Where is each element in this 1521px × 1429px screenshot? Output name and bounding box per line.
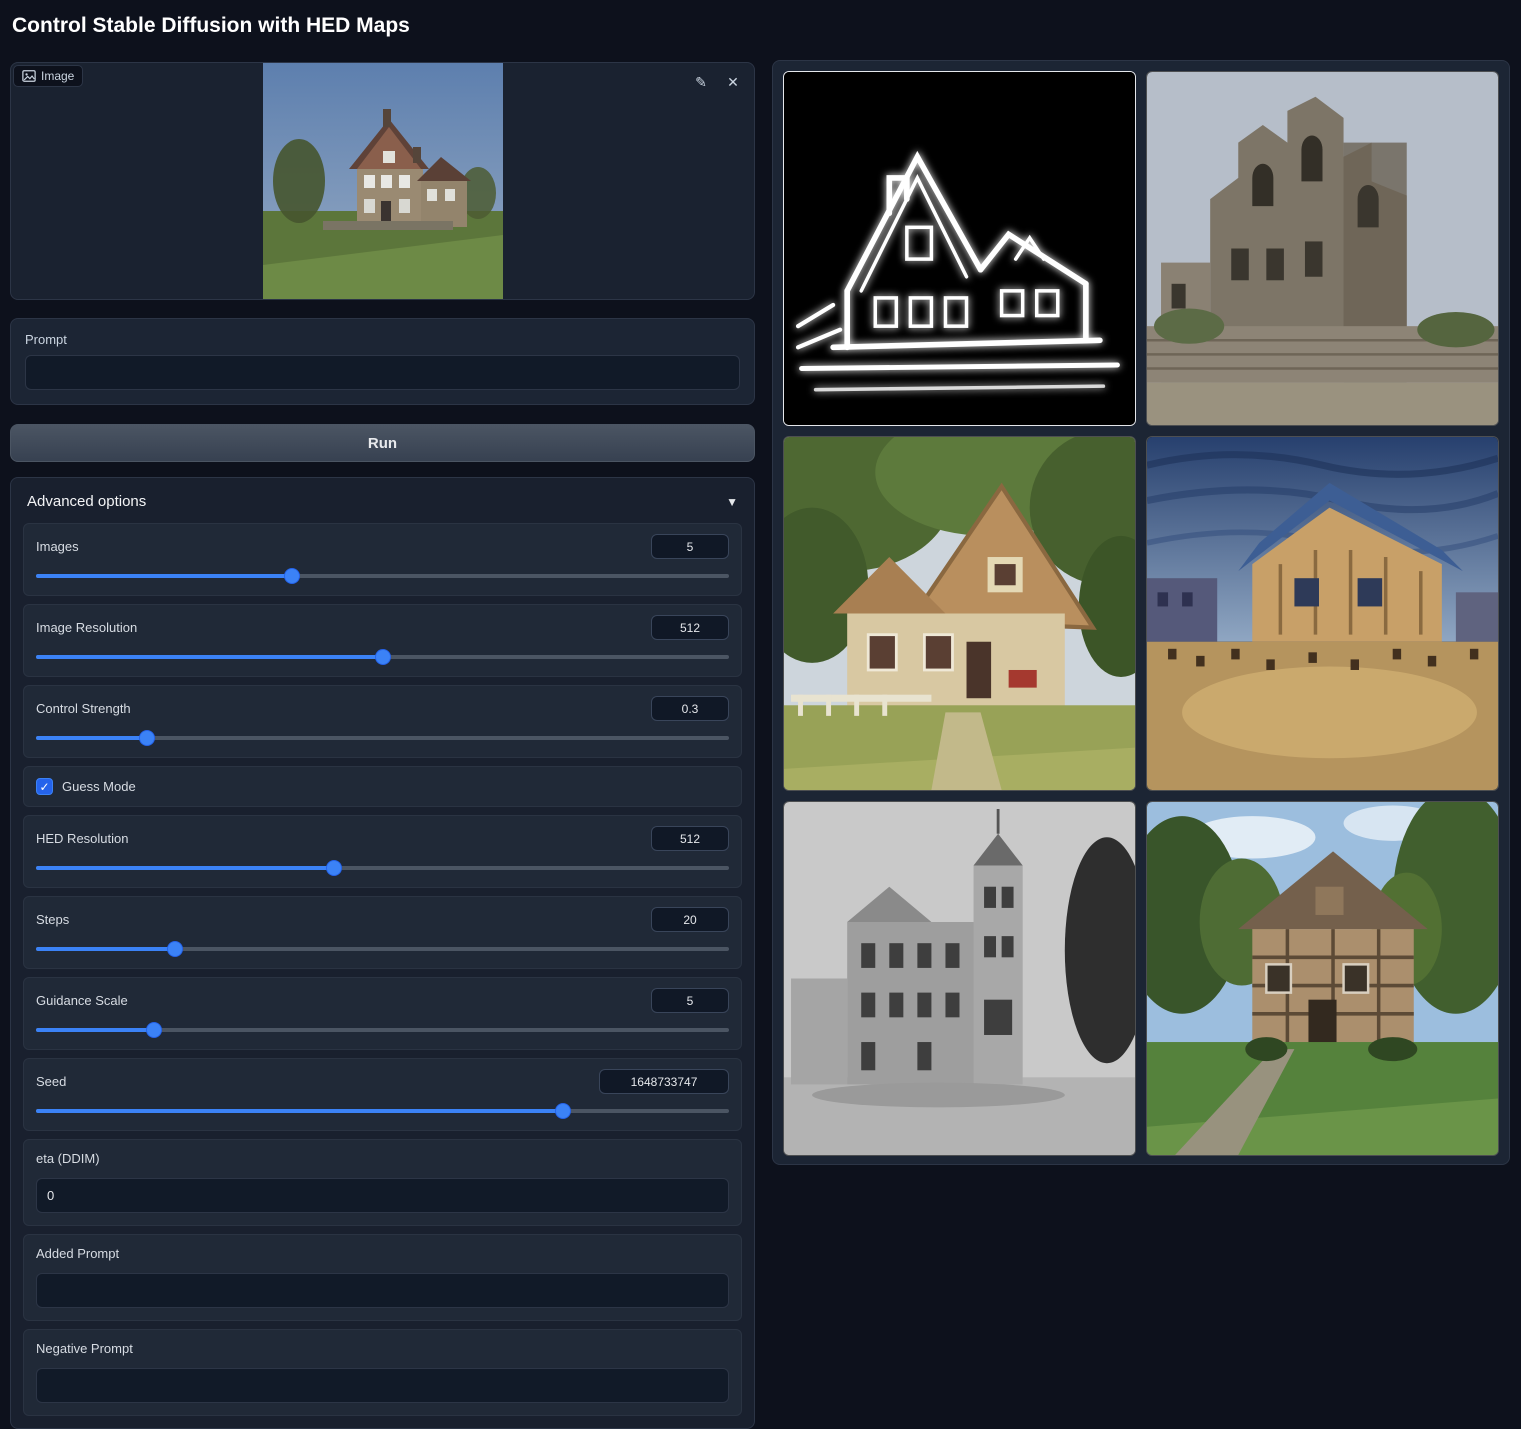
advanced-options-stack: Images Image Resolution Control St — [23, 523, 742, 1416]
gallery-image-stylized-house-painting[interactable] — [1146, 436, 1499, 791]
result-gallery — [772, 60, 1510, 1165]
slider-thumb[interactable] — [168, 942, 182, 956]
eta-row: eta (DDIM) — [23, 1139, 742, 1226]
advanced-options-title: Advanced options — [27, 493, 146, 510]
added-prompt-row: Added Prompt — [23, 1234, 742, 1321]
control-strength-slider-row: Control Strength — [23, 685, 742, 758]
advanced-options-accordion-header[interactable]: Advanced options ▼ — [11, 478, 754, 523]
edit-icon[interactable]: ✎ — [690, 71, 712, 93]
control-strength-slider[interactable] — [36, 731, 729, 745]
eta-label: eta (DDIM) — [36, 1151, 100, 1166]
images-slider[interactable] — [36, 569, 729, 583]
images-slider-label: Images — [36, 539, 79, 554]
close-icon[interactable]: ✕ — [722, 71, 744, 93]
steps-value-input[interactable] — [651, 907, 729, 932]
image-input-label: Image — [41, 69, 74, 83]
prompt-input[interactable] — [25, 355, 740, 390]
guidance-scale-slider[interactable] — [36, 1023, 729, 1037]
seed-value-input[interactable] — [599, 1069, 729, 1094]
image-resolution-slider-row: Image Resolution — [23, 604, 742, 677]
hed-resolution-slider-row: HED Resolution — [23, 815, 742, 888]
images-value-input[interactable] — [651, 534, 729, 559]
seed-slider-label: Seed — [36, 1074, 66, 1089]
negative-prompt-input[interactable] — [36, 1368, 729, 1403]
chevron-down-icon: ▼ — [726, 495, 738, 509]
control-strength-value-input[interactable] — [651, 696, 729, 721]
guidance-scale-value-input[interactable] — [651, 988, 729, 1013]
seed-slider[interactable] — [36, 1104, 729, 1118]
steps-slider[interactable] — [36, 942, 729, 956]
guidance-scale-slider-row: Guidance Scale — [23, 977, 742, 1050]
check-icon: ✓ — [39, 781, 49, 793]
image-resolution-value-input[interactable] — [651, 615, 729, 640]
controls-column: Image ✎ ✕ — [10, 62, 755, 1429]
prompt-label: Prompt — [25, 332, 740, 347]
image-toolbar: ✎ ✕ — [690, 71, 744, 93]
image-input-block: Image ✎ ✕ — [10, 62, 755, 300]
guess-mode-label: Guess Mode — [62, 779, 136, 794]
eta-input[interactable] — [36, 1178, 729, 1213]
control-strength-slider-label: Control Strength — [36, 701, 131, 716]
image-input-label-tag: Image — [13, 65, 83, 87]
image-icon — [22, 69, 36, 83]
gallery-image-bw-historic-building[interactable] — [783, 801, 1136, 1156]
image-resolution-slider[interactable] — [36, 650, 729, 664]
hed-resolution-slider[interactable] — [36, 861, 729, 875]
gallery-image-timber-house[interactable] — [1146, 801, 1499, 1156]
hed-resolution-value-input[interactable] — [651, 826, 729, 851]
gallery-image-painted-cottage[interactable] — [783, 436, 1136, 791]
run-button[interactable]: Run — [10, 424, 755, 462]
added-prompt-label: Added Prompt — [36, 1246, 119, 1261]
steps-slider-label: Steps — [36, 912, 69, 927]
negative-prompt-row: Negative Prompt — [23, 1329, 742, 1416]
steps-slider-row: Steps — [23, 896, 742, 969]
guidance-scale-slider-label: Guidance Scale — [36, 993, 128, 1008]
uploaded-house-image — [263, 63, 503, 300]
slider-thumb[interactable] — [285, 569, 299, 583]
seed-slider-row: Seed — [23, 1058, 742, 1131]
guess-mode-row: ✓ Guess Mode — [23, 766, 742, 807]
gallery-image-hed-edge-map[interactable] — [783, 71, 1136, 426]
hed-resolution-slider-label: HED Resolution — [36, 831, 129, 846]
slider-thumb[interactable] — [556, 1104, 570, 1118]
slider-thumb[interactable] — [327, 861, 341, 875]
negative-prompt-label: Negative Prompt — [36, 1341, 133, 1356]
advanced-options-panel: Advanced options ▼ Images Image Resoluti… — [10, 477, 755, 1429]
slider-thumb[interactable] — [376, 650, 390, 664]
slider-thumb[interactable] — [147, 1023, 161, 1037]
gallery-image-castle-ruins[interactable] — [1146, 71, 1499, 426]
prompt-block: Prompt — [10, 318, 755, 405]
page-title: Control Stable Diffusion with HED Maps — [12, 14, 410, 38]
added-prompt-input[interactable] — [36, 1273, 729, 1308]
image-resolution-slider-label: Image Resolution — [36, 620, 137, 635]
guess-mode-checkbox[interactable]: ✓ — [36, 778, 53, 795]
slider-thumb[interactable] — [140, 731, 154, 745]
images-slider-row: Images — [23, 523, 742, 596]
